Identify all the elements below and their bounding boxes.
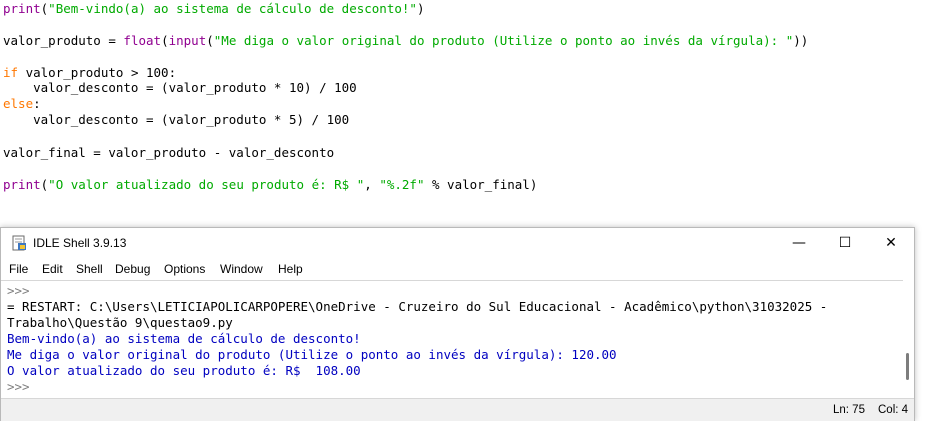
code-token: valor_produto > 100: xyxy=(18,65,177,80)
code-token: "Bem-vindo(a) ao sistema de cálculo de d… xyxy=(48,1,417,16)
shell-prompt: >>> xyxy=(7,283,30,298)
menu-edit[interactable]: Edit xyxy=(42,262,63,276)
title-bar[interactable]: IDLE Shell 3.9.13 — ☐ ✕ xyxy=(1,228,914,258)
menu-bar: File Edit Shell Debug Options Window Hel… xyxy=(1,258,914,280)
code-line[interactable]: valor_desconto = (valor_produto * 10) / … xyxy=(3,80,357,96)
code-editor[interactable]: print ( "Bem-vindo(a) ao sistema de cálcul… xyxy=(0,0,941,228)
code-line[interactable]: valor_produto = float(input("Me diga o v… xyxy=(3,33,808,49)
code-token: if xyxy=(3,65,19,80)
close-icon: ✕ xyxy=(885,235,897,251)
shell-output-area[interactable]: >>> = RESTART: C:\Users\LETICIAPOLICARPOP… xyxy=(1,280,903,399)
code-line[interactable]: else: xyxy=(3,96,41,112)
code-line[interactable]: valor_desconto = (valor_produto * 5) / 1… xyxy=(3,112,349,128)
shell-output-line: Me diga o valor original do produto (Uti… xyxy=(7,347,617,362)
desktop-background xyxy=(0,421,941,439)
code-line[interactable]: print("Bem-vindo(a) ao sistema de cálcul… xyxy=(3,1,424,17)
menu-debug[interactable]: Debug xyxy=(115,262,150,276)
code-token: "Me diga o valor original do produto (Ut… xyxy=(213,33,794,48)
status-column-number: Col: 4 xyxy=(878,404,909,416)
menu-file[interactable]: File xyxy=(9,262,28,276)
menu-help[interactable]: Help xyxy=(278,262,303,276)
code-line[interactable]: if valor_produto > 100: xyxy=(3,65,176,81)
minimize-button[interactable]: — xyxy=(776,228,822,258)
code-token: valor_desconto = (valor_produto * 5) / 1… xyxy=(3,112,350,127)
code-token: print xyxy=(3,177,41,192)
status-line-number: Ln: 75 xyxy=(833,404,865,416)
idle-shell-window: IDLE Shell 3.9.13 — ☐ ✕ File Edit Shell … xyxy=(0,227,915,421)
shell-prompt: >>> xyxy=(7,379,30,394)
code-token: float xyxy=(123,33,162,48)
code-token: % valor_final) xyxy=(424,177,538,192)
code-token: else xyxy=(3,96,34,111)
window-title: IDLE Shell 3.9.13 xyxy=(33,236,127,250)
code-token: input xyxy=(168,33,207,48)
code-token: valor_produto = xyxy=(3,33,124,48)
maximize-icon: ☐ xyxy=(838,235,852,251)
minimize-icon: — xyxy=(792,235,806,251)
code-token: valor_desconto = (valor_produto * 10) / … xyxy=(3,80,357,95)
shell-output-line: Bem-vindo(a) ao sistema de cálculo de de… xyxy=(7,331,361,346)
idle-app-icon xyxy=(12,235,26,251)
menu-window[interactable]: Window xyxy=(220,262,263,276)
code-token: ) xyxy=(416,1,425,16)
shell-output-line: = RESTART: C:\Users\LETICIAPOLICARPOPERE… xyxy=(7,299,828,314)
shell-output-line: Trabalho\Questão 9\questao9.py xyxy=(7,315,233,330)
menu-shell[interactable]: Shell xyxy=(76,262,103,276)
code-token: ( xyxy=(206,33,214,48)
code-token: "O valor atualizado do seu produto é: R$… xyxy=(48,177,365,192)
code-token: ( xyxy=(161,33,169,48)
scrollbar-thumb[interactable] xyxy=(906,353,909,380)
menu-options[interactable]: Options xyxy=(164,262,205,276)
code-token: print xyxy=(3,1,41,16)
shell-output-line: O valor atualizado do seu produto é: R$ … xyxy=(7,363,361,378)
status-bar: Ln: 75 Col: 4 xyxy=(1,398,914,421)
code-token: valor_final = valor_produto - valor_desc… xyxy=(3,145,335,160)
code-token: "%.2f" xyxy=(379,177,425,192)
maximize-button[interactable]: ☐ xyxy=(822,228,868,258)
code-token: )) xyxy=(793,33,809,48)
vertical-scrollbar[interactable] xyxy=(903,280,914,398)
code-token: : xyxy=(33,96,41,111)
code-token: , xyxy=(364,177,380,192)
code-line[interactable]: print("O valor atualizado do seu produto… xyxy=(3,177,537,193)
code-line[interactable]: valor_final = valor_produto - valor_desc… xyxy=(3,145,334,161)
close-button[interactable]: ✕ xyxy=(868,228,914,258)
